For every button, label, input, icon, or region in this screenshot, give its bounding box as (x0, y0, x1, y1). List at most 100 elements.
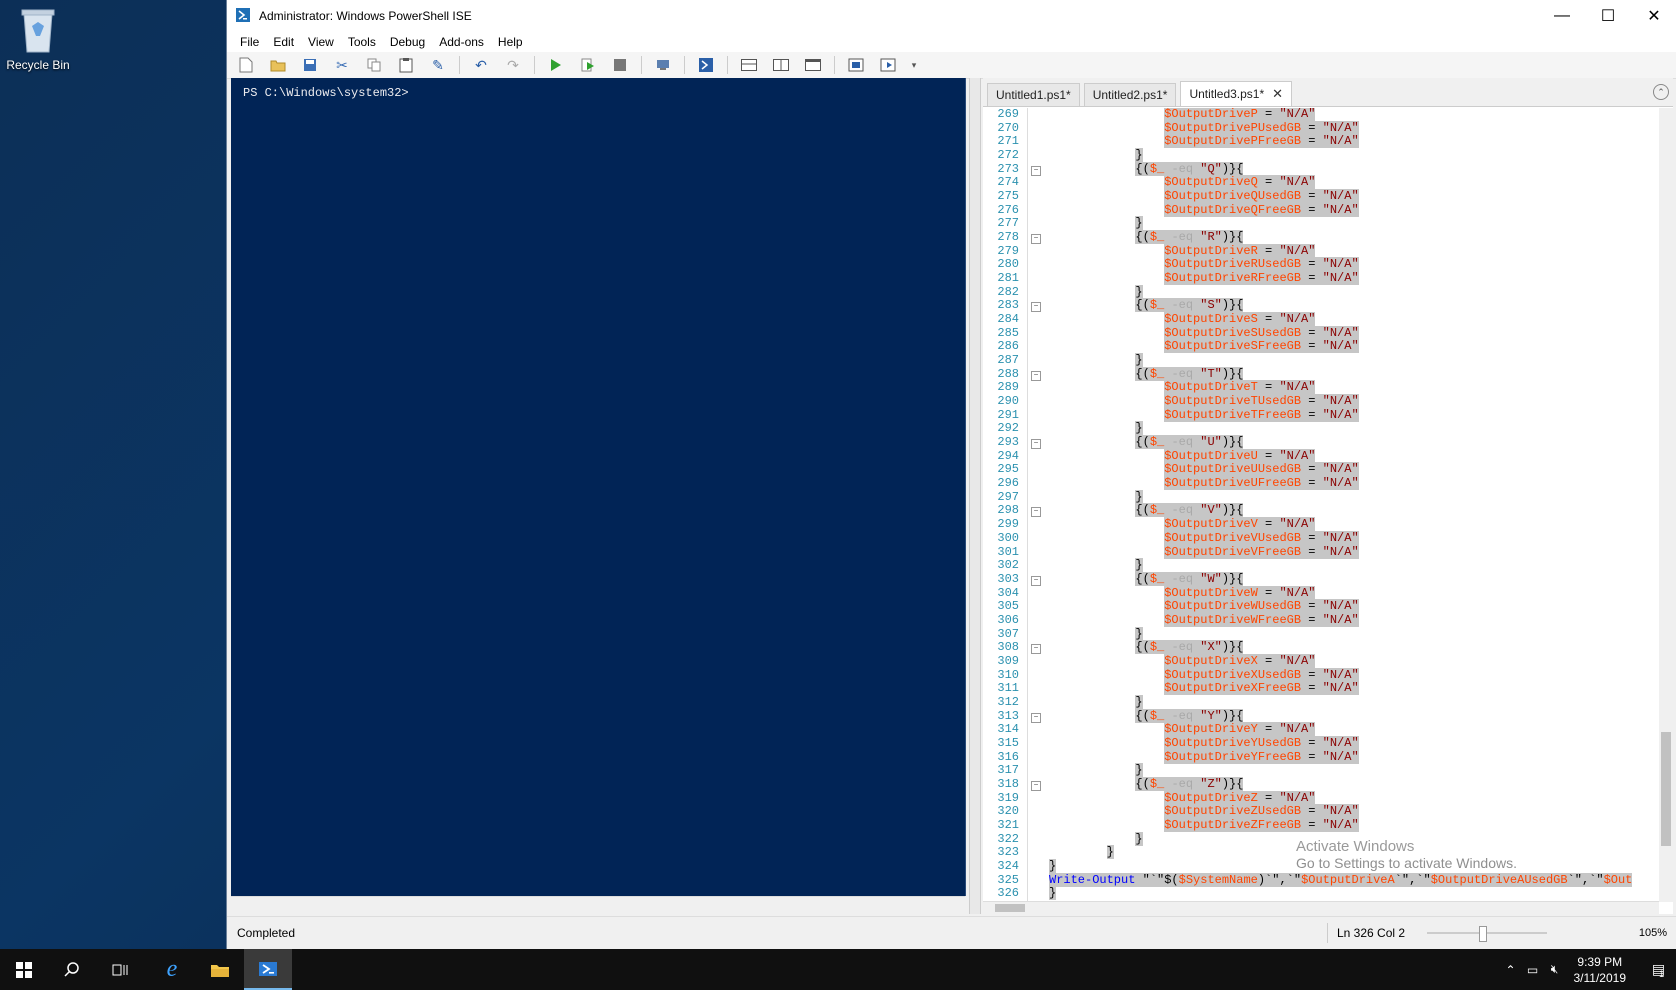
menu-add-ons[interactable]: Add-ons (432, 35, 491, 49)
search-button[interactable] (48, 949, 96, 990)
volume-muted-icon[interactable]: 🔇︎ (1544, 962, 1566, 977)
line-number: 288 (997, 366, 1019, 381)
console-vertical-scrollbar[interactable] (955, 78, 965, 896)
start-powershell-icon[interactable] (695, 54, 717, 76)
toolbar-overflow-icon[interactable]: ▾ (909, 54, 919, 76)
collapse-region-icon[interactable]: − (1031, 507, 1041, 518)
scroll-thumb[interactable] (995, 904, 1025, 912)
internet-explorer-button[interactable]: e (148, 949, 196, 990)
line-number: 271 (997, 134, 1019, 149)
menu-help[interactable]: Help (491, 35, 530, 49)
zoom-slider-thumb[interactable] (1479, 926, 1487, 942)
window-title: Administrator: Windows PowerShell ISE (259, 9, 472, 23)
save-icon[interactable] (299, 54, 321, 76)
code-text: $OutputDriveUUsedGB = "N/A" (1164, 462, 1359, 477)
file-explorer-button[interactable] (196, 949, 244, 990)
code-line: 301 $OutputDriveVFreeGB = "N/A" (983, 544, 1659, 560)
pane-splitter[interactable] (969, 78, 981, 914)
collapse-region-icon[interactable]: − (1031, 575, 1041, 586)
collapse-script-pane-icon[interactable]: ⌃ (1653, 84, 1669, 100)
powershell-ise-window: Administrator: Windows PowerShell ISE — … (226, 0, 1676, 949)
collapse-region-icon[interactable]: − (1031, 370, 1041, 381)
redo-icon[interactable]: ↷ (502, 54, 524, 76)
run-script-icon[interactable] (545, 54, 567, 76)
code-text: Write-Output "`"$($SystemName)`",`"$Outp… (1049, 872, 1633, 887)
tab-untitled3[interactable]: Untitled3.ps1* ✕ (1180, 81, 1293, 106)
editor-vertical-scrollbar[interactable] (1659, 108, 1673, 902)
code-line: 290 $OutputDriveTUsedGB = "N/A" (983, 394, 1659, 409)
code-line: 302 } (983, 558, 1659, 573)
start-button[interactable] (0, 949, 48, 990)
zoom-slider[interactable] (1427, 932, 1547, 934)
status-bar: Completed Ln 326 Col 2 105% (227, 916, 1676, 949)
collapse-region-icon[interactable]: − (1031, 165, 1041, 176)
code-line: 269 $OutputDriveP = "N/A" (983, 108, 1659, 122)
code-text: } (1135, 284, 1143, 299)
tab-untitled1[interactable]: Untitled1.ps1* (987, 83, 1080, 106)
open-folder-icon[interactable] (267, 54, 289, 76)
code-text: $OutputDriveR = "N/A" (1164, 243, 1316, 258)
notification-count: 1 (1659, 968, 1665, 979)
tab-untitled2[interactable]: Untitled2.ps1* (1083, 83, 1177, 106)
menu-view[interactable]: View (301, 35, 341, 49)
code-line: 274 $OutputDriveQ = "N/A" (983, 175, 1659, 190)
new-script-icon[interactable] (235, 54, 257, 76)
clock[interactable]: 9:39 PM 3/11/2019 (1574, 954, 1627, 986)
paste-icon[interactable] (395, 54, 417, 76)
line-number: 322 (997, 831, 1019, 846)
collapse-region-icon[interactable]: − (1031, 644, 1041, 655)
remote-powershell-icon[interactable] (652, 54, 674, 76)
show-script-pane-right-icon[interactable] (770, 54, 792, 76)
action-center-button[interactable]: ▤ 1 (1640, 949, 1676, 990)
collapse-region-icon[interactable]: − (1031, 234, 1041, 245)
code-line: 279 $OutputDriveR = "N/A" (983, 243, 1659, 259)
stop-icon[interactable] (609, 54, 631, 76)
line-number: 275 (997, 189, 1019, 204)
line-number: 273 (997, 161, 1019, 176)
title-bar[interactable]: Administrator: Windows PowerShell ISE — … (227, 0, 1676, 32)
collapse-region-icon[interactable]: − (1031, 302, 1041, 313)
code-line: 288 − {($_ -eq "T")}{ (983, 366, 1659, 382)
code-text: $OutputDrivePUsedGB = "N/A" (1164, 120, 1359, 135)
task-view-button[interactable] (96, 949, 144, 990)
code-line: 283 − {($_ -eq "S")}{ (983, 298, 1659, 313)
minimize-button[interactable]: — (1539, 0, 1585, 32)
maximize-button[interactable]: ☐ (1585, 0, 1631, 32)
recycle-bin-shortcut[interactable]: Recycle Bin (2, 6, 74, 72)
close-button[interactable]: ✕ (1631, 0, 1676, 32)
code-editor[interactable]: 269 $OutputDriveP = "N/A" 270 $OutputDriv… (983, 108, 1659, 902)
show-script-pane-top-icon[interactable] (738, 54, 760, 76)
line-number: 270 (997, 120, 1019, 135)
line-number: 310 (997, 667, 1019, 682)
menu-file[interactable]: File (233, 35, 266, 49)
network-icon[interactable]: ▭ (1522, 963, 1544, 977)
run-selection-icon[interactable] (577, 54, 599, 76)
menu-debug[interactable]: Debug (383, 35, 432, 49)
menu-tools[interactable]: Tools (341, 35, 383, 49)
chevron-up-icon[interactable]: ⌃ (1500, 963, 1522, 977)
show-command-addon-icon[interactable] (877, 54, 899, 76)
console-horizontal-scrollbar[interactable] (231, 896, 965, 909)
cut-icon[interactable]: ✂ (331, 54, 353, 76)
console-pane[interactable]: PS C:\Windows\system32> (231, 78, 966, 896)
collapse-region-icon[interactable]: − (1031, 712, 1041, 723)
line-number: 323 (997, 845, 1019, 860)
collapse-region-icon[interactable]: − (1031, 439, 1041, 450)
show-command-window-icon[interactable] (845, 54, 867, 76)
close-tab-icon[interactable]: ✕ (1272, 86, 1283, 102)
menu-edit[interactable]: Edit (266, 35, 301, 49)
show-script-pane-maximized-icon[interactable] (802, 54, 824, 76)
copy-icon[interactable] (363, 54, 385, 76)
collapse-region-icon[interactable]: − (1031, 780, 1041, 791)
editor-horizontal-scrollbar[interactable] (983, 901, 1659, 914)
undo-icon[interactable]: ↶ (470, 54, 492, 76)
line-number: 283 (997, 298, 1019, 313)
code-line: 298 − {($_ -eq "V")}{ (983, 503, 1659, 518)
code-line: 277 } (983, 216, 1659, 231)
powershell-ise-taskbar-button[interactable] (244, 949, 292, 990)
scroll-thumb[interactable] (1661, 732, 1671, 846)
code-text: $OutputDriveWUsedGB = "N/A" (1164, 599, 1359, 614)
line-number: 307 (997, 626, 1019, 641)
clear-console-icon[interactable]: ✎ (427, 54, 449, 76)
line-number: 311 (997, 681, 1019, 696)
